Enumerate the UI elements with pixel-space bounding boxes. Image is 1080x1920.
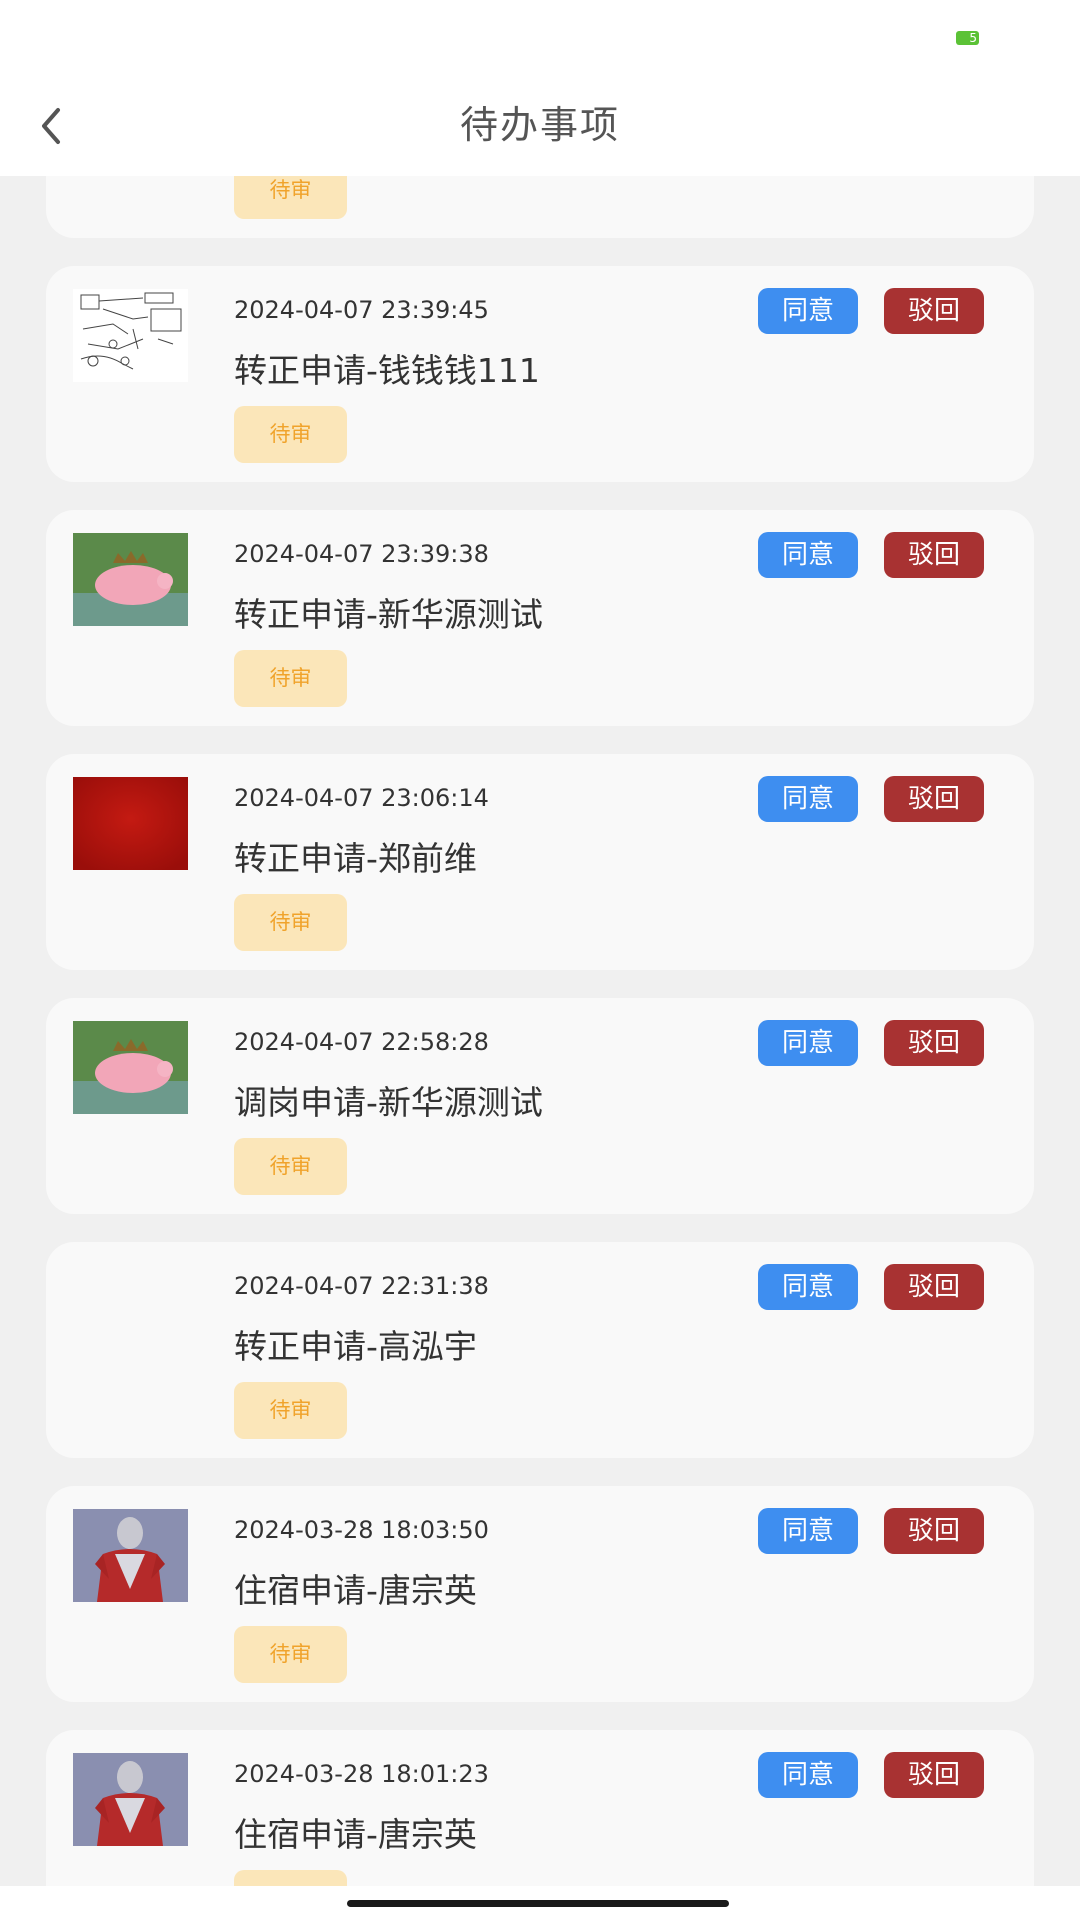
status-badge: 待审 xyxy=(234,1138,347,1195)
thumbnail xyxy=(73,1509,188,1602)
reject-button[interactable]: 驳回 xyxy=(884,776,984,822)
item-title: 转正申请-郑前维 xyxy=(234,839,477,878)
thumbnail xyxy=(73,1021,188,1114)
item-title: 转正申请-新华源测试 xyxy=(234,595,543,634)
navigation-bar: 待办事项 xyxy=(0,76,1080,176)
home-indicator xyxy=(0,1886,1080,1920)
item-title: 调岗申请-新华源测试 xyxy=(234,1083,543,1122)
status-badge: 待审 xyxy=(234,650,347,707)
item-time: 2024-04-07 22:58:28 xyxy=(234,1028,489,1056)
status-badge: 待审 xyxy=(234,894,347,951)
thumbnail xyxy=(73,533,188,626)
agree-button[interactable]: 同意 xyxy=(758,1752,858,1798)
hero-figure-icon xyxy=(73,1753,188,1846)
sketch-thumbnail-icon xyxy=(73,289,188,382)
item-time: 2024-04-07 22:31:38 xyxy=(234,1272,489,1300)
todo-card[interactable]: 2024-03-28 18:03:50 住宿申请-唐宗英 待审 同意 驳回 xyxy=(46,1486,1034,1702)
agree-button[interactable]: 同意 xyxy=(758,532,858,578)
battery-icon: 5 xyxy=(956,31,979,45)
todo-card[interactable]: 2024-04-07 23:39:45 转正申请-钱钱钱111 待审 同意 驳回 xyxy=(46,266,1034,482)
agree-button[interactable]: 同意 xyxy=(758,1264,858,1310)
todo-card[interactable]: 2024-03-28 18:01:23 住宿申请-唐宗英 待审 同意 驳回 xyxy=(46,1730,1034,1886)
agree-button[interactable]: 同意 xyxy=(758,1020,858,1066)
red-image-icon xyxy=(73,777,188,870)
agree-button[interactable]: 同意 xyxy=(758,288,858,334)
status-badge: 待审 xyxy=(234,1626,347,1683)
todo-card[interactable]: 2024-04-07 22:58:28 调岗申请-新华源测试 待审 同意 驳回 xyxy=(46,998,1034,1214)
pig-image-icon xyxy=(73,1021,188,1114)
todo-card[interactable]: 2024-04-07 22:31:38 转正申请-高泓宇 待审 同意 驳回 xyxy=(46,1242,1034,1458)
reject-button[interactable]: 驳回 xyxy=(884,1752,984,1798)
todo-card[interactable]: 2024-04-07 23:06:14 转正申请-郑前维 待审 同意 驳回 xyxy=(46,754,1034,970)
status-badge: 待审 xyxy=(234,406,347,463)
agree-button[interactable]: 同意 xyxy=(758,776,858,822)
item-time: 2024-04-07 23:39:38 xyxy=(234,540,489,568)
todo-card[interactable]: 2024-04-07 23:39:38 转正申请-新华源测试 待审 同意 驳回 xyxy=(46,510,1034,726)
reject-button[interactable]: 驳回 xyxy=(884,288,984,334)
item-title: 转正申请-高泓宇 xyxy=(234,1327,477,1366)
status-badge: 待审 xyxy=(234,1870,347,1886)
item-time: 2024-04-07 23:39:45 xyxy=(234,296,489,324)
item-time: 2024-04-07 23:06:14 xyxy=(234,784,489,812)
thumbnail xyxy=(73,1753,188,1846)
status-bar: 5 xyxy=(0,0,1080,76)
page-title: 待办事项 xyxy=(459,103,620,147)
todo-list[interactable]: 待审 2024-04-07 23:39:45 转正申请-钱钱钱111 待审 同意… xyxy=(0,0,1080,1886)
hero-figure-icon xyxy=(73,1509,188,1602)
agree-button[interactable]: 同意 xyxy=(758,1508,858,1554)
thumbnail xyxy=(73,289,188,382)
item-title: 住宿申请-唐宗英 xyxy=(234,1571,477,1610)
reject-button[interactable]: 驳回 xyxy=(884,1508,984,1554)
item-time: 2024-03-28 18:01:23 xyxy=(234,1760,489,1788)
home-indicator-bar[interactable] xyxy=(347,1900,729,1907)
item-title: 住宿申请-唐宗英 xyxy=(234,1815,477,1854)
reject-button[interactable]: 驳回 xyxy=(884,1264,984,1310)
reject-button[interactable]: 驳回 xyxy=(884,532,984,578)
pig-image-icon xyxy=(73,533,188,626)
item-time: 2024-03-28 18:03:50 xyxy=(234,1516,489,1544)
status-badge: 待审 xyxy=(234,1382,347,1439)
reject-button[interactable]: 驳回 xyxy=(884,1020,984,1066)
thumbnail xyxy=(73,777,188,870)
item-title: 转正申请-钱钱钱111 xyxy=(234,351,540,390)
